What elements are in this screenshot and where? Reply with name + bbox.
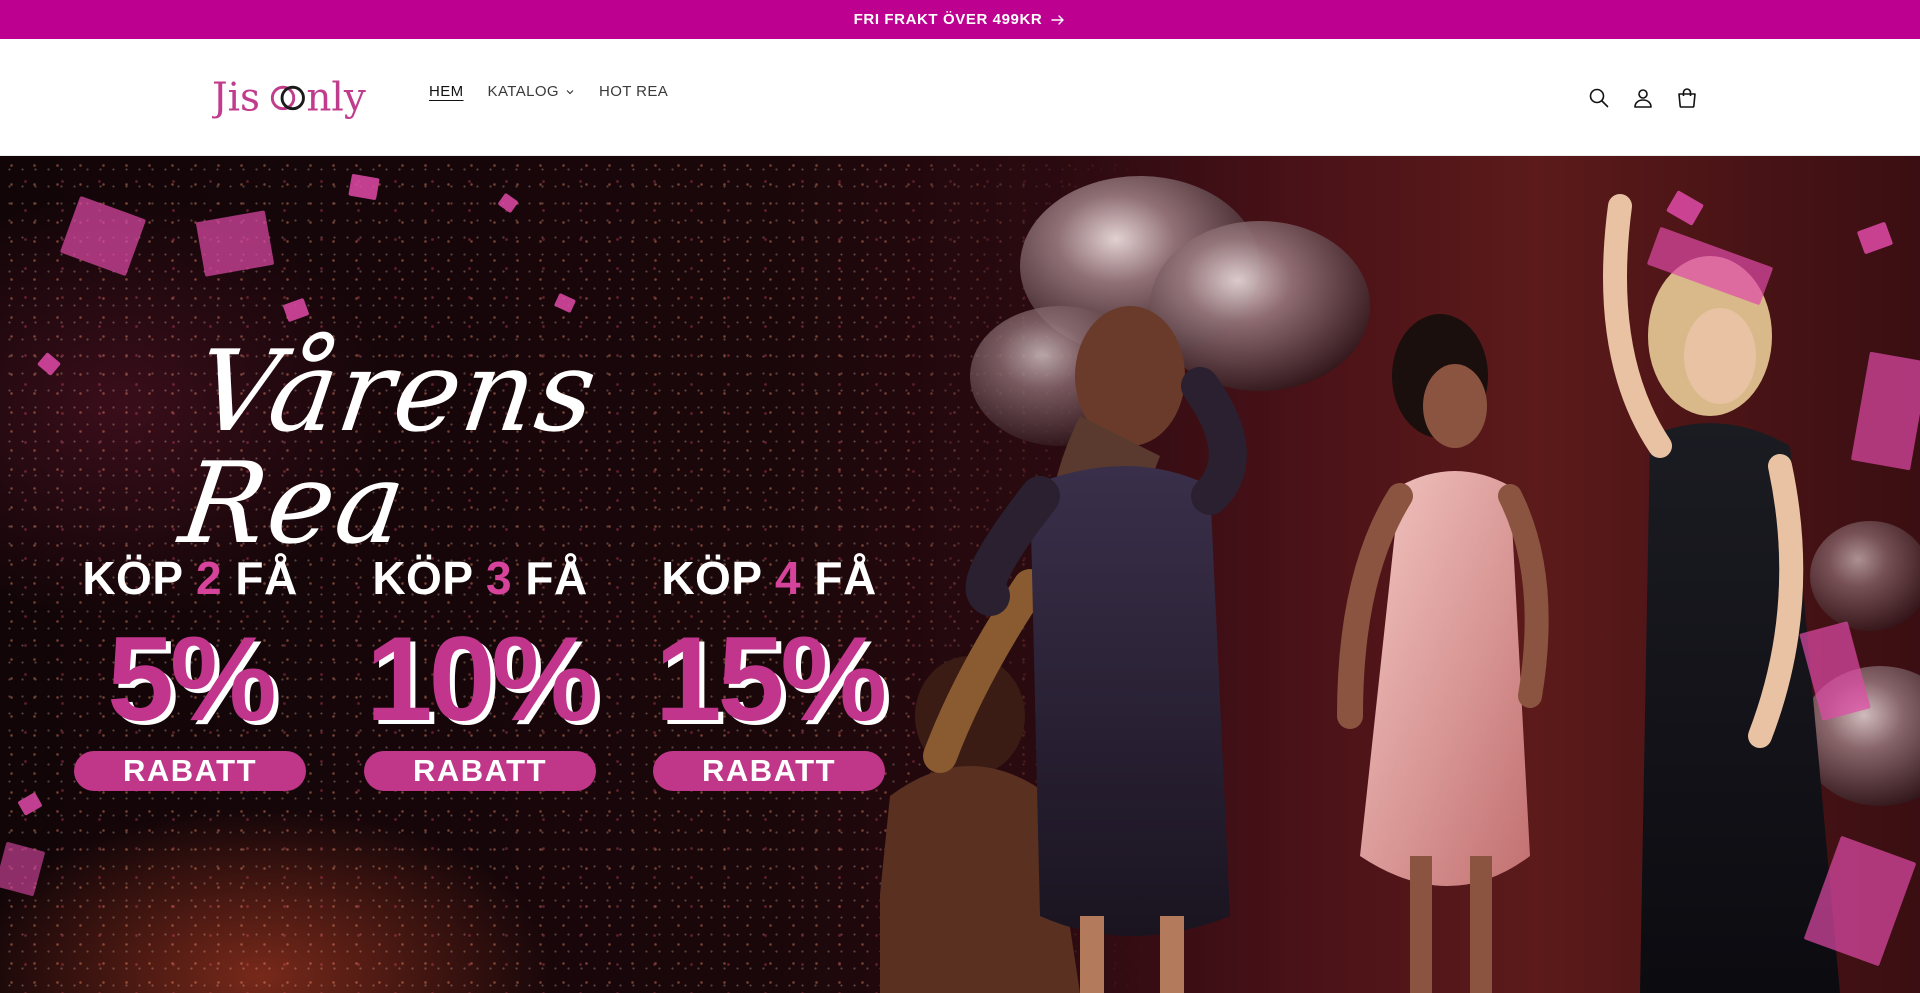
site-logo[interactable]: Jis nly <box>212 71 392 123</box>
logo-wordmark: Jis nly <box>212 76 366 121</box>
offer-suffix: FÅ <box>814 552 877 604</box>
offer-prefix: KÖP <box>82 552 183 604</box>
nav-item-hem[interactable]: HEM <box>429 83 464 100</box>
offer-buy-3: KÖP 3 FÅ 10% RABATT <box>360 551 600 791</box>
nav-item-label: HOT REA <box>598 83 669 100</box>
account-icon[interactable] <box>1632 87 1654 109</box>
offer-buy-2: KÖP 2 FÅ 5% RABATT <box>70 551 310 791</box>
chevron-down-icon <box>565 87 575 97</box>
cart-icon[interactable] <box>1676 87 1698 109</box>
announcement-bar[interactable]: FRI FRAKT ÖVER 499KR <box>0 0 1920 39</box>
arrow-right-icon <box>1050 12 1066 28</box>
nav-item-hot-rea[interactable]: HOT REA <box>599 83 668 100</box>
svg-text:nly: nly <box>306 76 366 121</box>
offer-suffix: FÅ <box>525 552 588 604</box>
offer-number: 4 <box>774 552 802 604</box>
search-icon[interactable] <box>1588 87 1610 109</box>
offer-label: RABATT <box>74 751 306 791</box>
site-header: Jis nly HEM KATALOG HOT REA <box>0 39 1920 156</box>
svg-text:Jis: Jis <box>212 76 260 121</box>
hero-title: Vårens Rea <box>172 327 606 569</box>
offer-prefix: KÖP <box>661 552 762 604</box>
offer-number: 3 <box>485 552 513 604</box>
offer-heading: KÖP 2 FÅ <box>70 551 310 605</box>
offer-discount: 5% <box>107 612 276 746</box>
offer-suffix: FÅ <box>235 552 298 604</box>
nav-item-label: KATALOG <box>487 83 559 100</box>
nav-item-katalog[interactable]: KATALOG <box>488 83 575 100</box>
offer-heading: KÖP 4 FÅ <box>649 551 889 605</box>
nav-item-label: HEM <box>429 83 464 100</box>
offer-buy-4: KÖP 4 FÅ 15% RABATT <box>649 551 889 791</box>
offer-heading: KÖP 3 FÅ <box>360 551 600 605</box>
offer-discount: 15% <box>654 612 887 746</box>
offer-discount: 10% <box>365 612 598 746</box>
offer-prefix: KÖP <box>372 552 473 604</box>
main-nav: HEM KATALOG HOT REA <box>429 83 668 100</box>
announcement-text: FRI FRAKT ÖVER 499KR <box>853 11 1043 28</box>
offer-label: RABATT <box>653 751 885 791</box>
confetti <box>348 173 380 201</box>
header-icons <box>1588 87 1698 109</box>
hero-banner[interactable]: Vårens Rea KÖP 2 FÅ 5% RABATT KÖP 3 FÅ 1… <box>0 156 1920 993</box>
offer-number: 2 <box>195 552 223 604</box>
offer-label: RABATT <box>364 751 596 791</box>
